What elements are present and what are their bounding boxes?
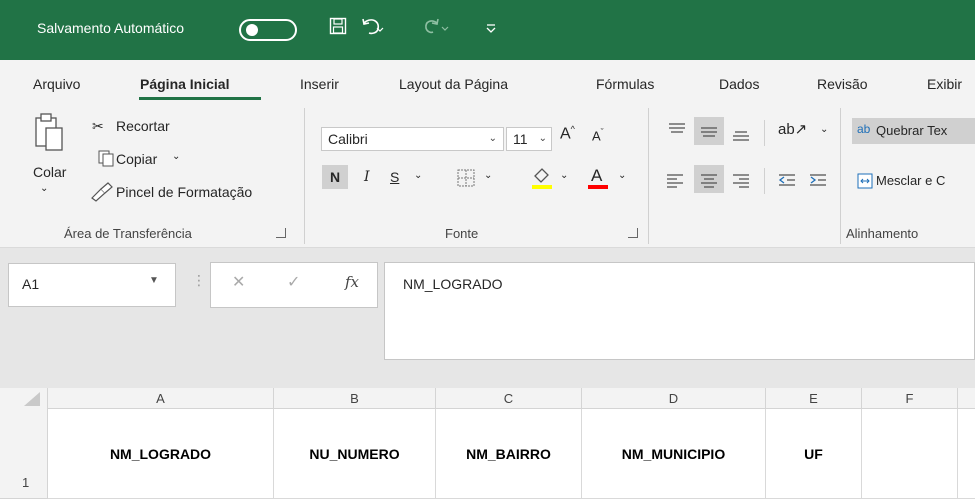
group-separator <box>304 108 305 244</box>
column-header-f[interactable]: F <box>862 388 958 409</box>
cut-button[interactable]: Recortar <box>116 118 170 134</box>
group-separator <box>840 108 841 244</box>
more-options-icon: ⋮ <box>192 272 206 288</box>
save-icon[interactable] <box>329 17 347 35</box>
column-header-b[interactable]: B <box>274 388 436 409</box>
decrease-font-size-icon[interactable]: Aˇ <box>592 127 604 143</box>
active-tab-indicator <box>139 97 261 100</box>
cancel-icon[interactable]: ✕ <box>232 272 245 292</box>
column-header-e[interactable]: E <box>766 388 862 409</box>
copy-icon[interactable] <box>98 150 114 170</box>
name-box-dropdown-icon[interactable]: ▼ <box>149 275 159 286</box>
copy-button[interactable]: Copiar <box>116 151 157 167</box>
increase-font-size-icon[interactable]: A^ <box>560 124 575 143</box>
insert-function-icon[interactable]: fx <box>345 273 359 291</box>
font-color-dropdown-icon[interactable]: ⌄ <box>618 170 626 181</box>
cell-g1[interactable] <box>958 409 975 499</box>
name-box-value: A1 <box>22 276 40 292</box>
autosave-label: Salvamento Automático <box>37 20 185 36</box>
cell-b1[interactable]: NU_NUMERO <box>274 409 436 499</box>
tab-layout-da-pagina[interactable]: Layout da Página <box>399 76 508 92</box>
borders-icon[interactable] <box>457 169 475 190</box>
alignment-group-label: Alinhamento <box>846 226 919 241</box>
tab-formulas[interactable]: Fórmulas <box>596 76 654 92</box>
bold-button[interactable]: N <box>330 169 340 185</box>
cell-f1[interactable] <box>862 409 958 499</box>
tab-arquivo[interactable]: Arquivo <box>33 76 80 92</box>
autosave-toggle[interactable] <box>239 19 297 41</box>
cell-e1[interactable]: UF <box>766 409 862 499</box>
decrease-indent-icon[interactable] <box>777 172 797 191</box>
customize-qat-icon[interactable] <box>485 17 497 37</box>
select-all-triangle-icon <box>24 392 40 406</box>
column-header-c[interactable]: C <box>436 388 582 409</box>
column-header-d[interactable]: D <box>582 388 766 409</box>
format-painter-icon[interactable] <box>89 182 113 205</box>
font-launcher-icon[interactable] <box>628 228 638 238</box>
cell-c1[interactable]: NM_BAIRRO <box>436 409 582 499</box>
font-name-value: Calibri <box>328 131 368 147</box>
align-center-icon[interactable] <box>699 172 719 191</box>
tab-exibir[interactable]: Exibir <box>927 76 962 92</box>
merge-center-icon[interactable] <box>857 173 873 192</box>
align-top-icon[interactable] <box>667 121 687 142</box>
merge-center-button[interactable]: Mesclar e C <box>876 173 945 188</box>
italic-button[interactable]: I <box>364 169 370 185</box>
paste-dropdown-icon[interactable]: ⌄ <box>40 183 48 194</box>
toggle-knob <box>246 24 258 36</box>
formula-value: NM_LOGRADO <box>403 276 503 292</box>
clipboard-launcher-icon[interactable] <box>276 228 286 238</box>
paste-icon[interactable] <box>34 112 68 155</box>
underline-button[interactable]: S <box>390 169 399 185</box>
paste-button[interactable]: Colar <box>33 164 66 180</box>
borders-dropdown-icon[interactable]: ⌄ <box>484 170 492 181</box>
cut-icon[interactable]: ✂ <box>92 118 104 135</box>
enter-icon[interactable]: ✓ <box>287 272 300 292</box>
wrap-text-button[interactable]: Quebrar Tex <box>876 123 947 138</box>
undo-icon[interactable] <box>360 17 386 37</box>
copy-dropdown-icon[interactable]: ⌄ <box>172 151 180 162</box>
alignment-separator <box>764 120 765 146</box>
svg-text:A: A <box>591 166 603 185</box>
font-size-value: 11 <box>513 131 528 147</box>
clipboard-group-label: Área de Transferência <box>64 226 192 241</box>
align-right-icon[interactable] <box>731 172 751 191</box>
font-size-dropdown[interactable]: 11 ⌄ <box>506 127 552 151</box>
tab-dados[interactable]: Dados <box>719 76 759 92</box>
align-bottom-icon[interactable] <box>731 127 751 146</box>
font-color-icon[interactable]: A <box>587 164 609 193</box>
orientation-icon[interactable]: ab↗ <box>778 120 807 138</box>
fill-color-dropdown-icon[interactable]: ⌄ <box>560 170 568 181</box>
cell-d1[interactable]: NM_MUNICIPIO <box>582 409 766 499</box>
increase-indent-icon[interactable] <box>808 172 828 191</box>
column-header-a[interactable]: A <box>48 388 274 409</box>
chevron-down-icon: ⌄ <box>538 133 547 144</box>
orientation-dropdown-icon[interactable]: ⌄ <box>820 124 828 135</box>
tab-revisao[interactable]: Revisão <box>817 76 868 92</box>
redo-icon[interactable] <box>423 17 453 37</box>
row-number: 1 <box>22 475 30 490</box>
tab-pagina-inicial[interactable]: Página Inicial <box>140 76 229 92</box>
cell-a1[interactable]: NM_LOGRADO <box>48 409 274 499</box>
chevron-down-icon: ⌄ <box>488 133 497 144</box>
fill-color-icon[interactable] <box>531 166 553 193</box>
wrap-text-icon: ab <box>857 122 871 136</box>
format-painter-button[interactable]: Pincel de Formatação <box>116 184 252 200</box>
underline-dropdown-icon[interactable]: ⌄ <box>414 170 422 181</box>
alignment-separator <box>764 168 765 194</box>
align-middle-icon[interactable] <box>699 124 719 143</box>
tab-inserir[interactable]: Inserir <box>300 76 339 92</box>
font-name-dropdown[interactable]: Calibri ⌄ <box>321 127 504 151</box>
group-separator <box>648 108 649 244</box>
align-left-icon[interactable] <box>665 172 685 191</box>
font-group-label: Fonte <box>445 226 479 241</box>
